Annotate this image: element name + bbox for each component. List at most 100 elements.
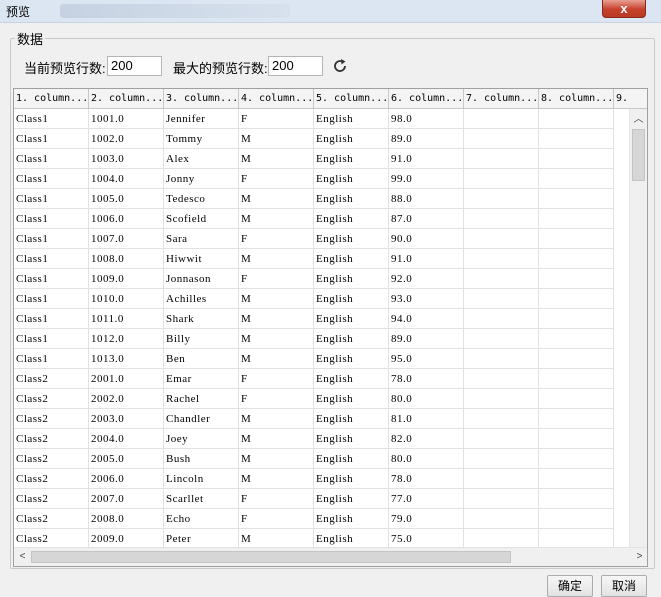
table-cell: English [314,209,389,229]
table-cell: 2007.0 [89,489,164,509]
table-cell: Class2 [14,389,89,409]
table-cell [464,209,539,229]
table-cell: Class1 [14,169,89,189]
table-cell [539,389,614,409]
table-cell [464,149,539,169]
table-cell: Sara [164,229,239,249]
table-cell [464,429,539,449]
table-cell: English [314,149,389,169]
table-cell [464,469,539,489]
table-cell: Ben [164,349,239,369]
table-cell: 1008.0 [89,249,164,269]
horizontal-scrollbar[interactable]: < > [14,547,647,566]
table-cell: Jonnason [164,269,239,289]
column-header[interactable]: 7. column... [464,89,539,108]
table-cell: 80.0 [389,449,464,469]
table-cell: 91.0 [389,149,464,169]
table-cell: Alex [164,149,239,169]
table-row[interactable]: Class1 1005.0 Tedesco M English 88.0 [14,189,630,209]
table-cell [464,289,539,309]
table-row[interactable]: Class2 2008.0 Echo F English 79.0 [14,509,630,529]
table-cell [539,369,614,389]
table-cell [539,529,614,547]
column-header[interactable]: 5. column... [314,89,389,108]
table-cell [464,509,539,529]
scroll-right-icon[interactable]: > [631,548,647,565]
column-header[interactable]: 6. column... [389,89,464,108]
table-cell: 90.0 [389,229,464,249]
table-row[interactable]: Class2 2001.0 Emar F English 78.0 [14,369,630,389]
table-cell: 2006.0 [89,469,164,489]
table-cell [464,349,539,369]
table-cell: M [239,149,314,169]
table-cell: Class1 [14,209,89,229]
table-cell: 94.0 [389,309,464,329]
table-row[interactable]: Class2 2005.0 Bush M English 80.0 [14,449,630,469]
table-row[interactable]: Class1 1002.0 Tommy M English 89.0 [14,129,630,149]
table-cell: F [239,109,314,129]
refresh-button[interactable] [331,57,349,75]
column-header[interactable]: 2. column... [89,89,164,108]
table-cell [539,209,614,229]
table-row[interactable]: Class1 1008.0 Hiwwit M English 91.0 [14,249,630,269]
table-cell: 88.0 [389,189,464,209]
column-header[interactable]: 9. [614,89,647,108]
table-cell: Hiwwit [164,249,239,269]
current-rows-input[interactable]: 200 [107,56,162,76]
table-cell: English [314,449,389,469]
column-header[interactable]: 4. column... [239,89,314,108]
table-cell [464,409,539,429]
table-row[interactable]: Class1 1013.0 Ben M English 95.0 [14,349,630,369]
cancel-button[interactable]: 取消 [601,575,647,597]
table-row[interactable]: Class2 2007.0 Scarllet F English 77.0 [14,489,630,509]
table-cell: 1001.0 [89,109,164,129]
table-row[interactable]: Class2 2004.0 Joey M English 82.0 [14,429,630,449]
table-cell: F [239,169,314,189]
table-cell: English [314,369,389,389]
table-row[interactable]: Class1 1012.0 Billy M English 89.0 [14,329,630,349]
table-cell: M [239,529,314,547]
scroll-up-icon[interactable]: ︿ [630,111,647,128]
table-cell [539,349,614,369]
table-body: Class1 1001.0 Jennifer F English 98.0 Class1 10… [14,109,630,547]
table-row[interactable]: Class2 2006.0 Lincoln M English 78.0 [14,469,630,489]
table-row[interactable]: Class1 1003.0 Alex M English 91.0 [14,149,630,169]
table-cell: F [239,509,314,529]
table-cell: Echo [164,509,239,529]
table-row[interactable]: Class2 2009.0 Peter M English 75.0 [14,529,630,547]
table-cell: 1007.0 [89,229,164,249]
table-cell: 98.0 [389,109,464,129]
column-header[interactable]: 1. column... [14,89,89,108]
table-cell: Scarllet [164,489,239,509]
table-row[interactable]: Class1 1001.0 Jennifer F English 98.0 [14,109,630,129]
scroll-left-icon[interactable]: < [14,548,31,565]
ok-button[interactable]: 确定 [547,575,593,597]
table-row[interactable]: Class1 1007.0 Sara F English 90.0 [14,229,630,249]
table-cell: M [239,249,314,269]
table-cell: English [314,249,389,269]
table-row[interactable]: Class1 1009.0 Jonnason F English 92.0 [14,269,630,289]
column-header[interactable]: 3. column... [164,89,239,108]
table-cell [464,449,539,469]
close-button[interactable]: x [602,0,646,18]
table-row[interactable]: Class2 2002.0 Rachel F English 80.0 [14,389,630,409]
table-row[interactable]: Class1 1011.0 Shark M English 94.0 [14,309,630,329]
preview-table[interactable]: 1. column... 2. column... 3. column... 4. c… [13,88,648,567]
vertical-scrollbar[interactable]: ︿ [629,109,647,548]
table-cell: 1011.0 [89,309,164,329]
table-cell [539,249,614,269]
table-row[interactable]: Class2 2003.0 Chandler M English 81.0 [14,409,630,429]
horizontal-scroll-thumb[interactable] [31,551,511,563]
table-cell: Lincoln [164,469,239,489]
table-cell [539,269,614,289]
table-row[interactable]: Class1 1006.0 Scofield M English 87.0 [14,209,630,229]
table-row[interactable]: Class1 1004.0 Jonny F English 99.0 [14,169,630,189]
table-cell: Class1 [14,249,89,269]
max-rows-input[interactable]: 200 [268,56,323,76]
table-cell: 89.0 [389,129,464,149]
column-header[interactable]: 8. column... [539,89,614,108]
table-cell: Joey [164,429,239,449]
table-row[interactable]: Class1 1010.0 Achilles M English 93.0 [14,289,630,309]
vertical-scroll-thumb[interactable] [632,129,645,181]
table-cell: English [314,189,389,209]
